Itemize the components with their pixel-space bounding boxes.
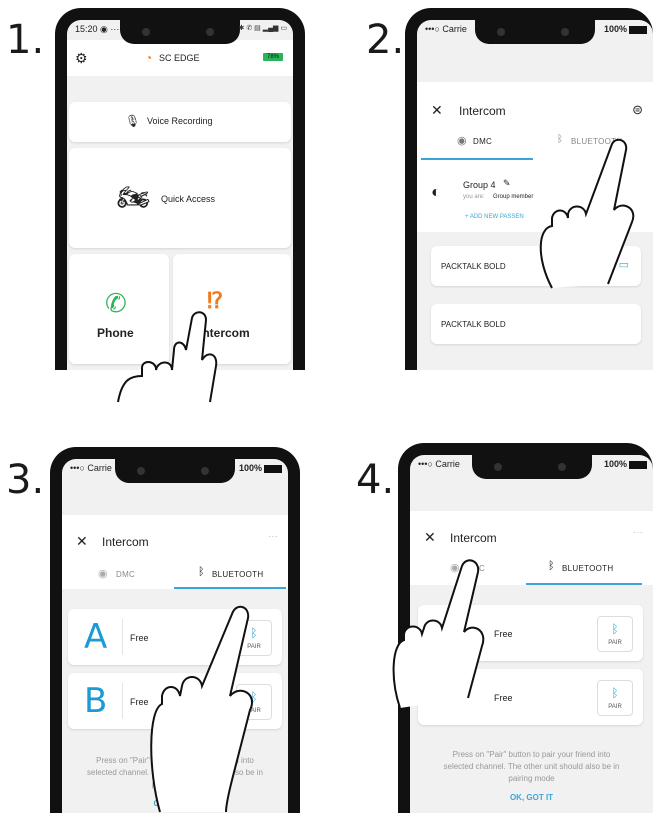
tab-underline — [174, 587, 286, 589]
phone-notch — [115, 459, 235, 483]
device-name-1: PACKTALK BOLD — [441, 262, 506, 271]
more-icon[interactable]: ··· — [633, 527, 643, 538]
intercom-title: Intercom — [450, 531, 497, 545]
battery-badge: 78% — [262, 53, 283, 61]
ok-got-it-button[interactable]: OK, GOT IT — [410, 793, 653, 802]
group-role: Group member — [493, 194, 534, 200]
step-number-4: 4. — [356, 457, 395, 503]
tab-bluetooth[interactable]: BLUETOOTH — [562, 564, 613, 573]
divider — [122, 683, 123, 719]
step-number-2: 2. — [366, 17, 405, 63]
channel-letter-b: B — [84, 681, 108, 721]
tab-dmc[interactable]: DMC — [116, 570, 135, 579]
voice-recording-label: Voice Recording — [147, 116, 213, 126]
divider — [122, 619, 123, 655]
quick-access-card[interactable]: 🏍 Quick Access — [69, 148, 291, 248]
group-role-label: you are: — [463, 194, 485, 200]
device-card-2[interactable]: PACKTALK BOLD — [431, 304, 641, 344]
instruction-line-2: selected channel. The other unit should … — [443, 762, 620, 771]
tab-underline — [421, 158, 533, 160]
group-name: Group 4 — [463, 180, 496, 190]
bluetooth-icon: ᛒ — [611, 686, 619, 700]
mic-icon: 🎙 — [125, 114, 141, 128]
hand-pointer-icon — [392, 559, 485, 709]
close-icon[interactable]: ✕ — [76, 533, 88, 550]
dmc-icon: ◉ — [457, 135, 467, 147]
tab-underline — [526, 583, 642, 585]
step-number-3: 3. — [6, 457, 45, 503]
tab-dmc[interactable]: DMC — [473, 137, 492, 146]
status-carrier: •••○ Carrie — [70, 463, 112, 473]
instruction-line-3: pairing mode — [508, 774, 555, 783]
status-carrier: •••○ Carrie — [418, 459, 460, 469]
channel-status-b: Free — [494, 693, 513, 703]
intercom-title: Intercom — [459, 104, 506, 118]
more-icon[interactable]: ··· — [268, 531, 278, 542]
close-icon[interactable]: ✕ — [424, 529, 436, 546]
phone-notch — [475, 20, 595, 44]
dmc-icon: ◉ — [98, 568, 108, 580]
pair-label: PAIR — [608, 640, 622, 646]
hand-pointer-icon — [117, 311, 218, 403]
phone-notch — [471, 455, 592, 479]
step-number-1: 1. — [6, 17, 45, 63]
status-battery: 100% — [239, 463, 282, 473]
status-carrier: •••○ Carrie — [425, 24, 467, 34]
instruction-line-1: Press on "Pair" button to pair your frie… — [452, 750, 611, 759]
hand-pointer-icon — [150, 605, 253, 813]
status-battery: ✱ ✆ ▤ ▂▄▆ ▭ — [238, 25, 287, 32]
status-battery: 100% — [604, 24, 647, 34]
status-time: 15:20 ◉ ··· — [75, 24, 120, 34]
phone-notch — [120, 20, 240, 44]
pair-label: PAIR — [608, 704, 622, 710]
quick-access-label: Quick Access — [161, 194, 216, 204]
add-new-passenger-link[interactable]: + ADD NEW PASSEN — [465, 214, 524, 220]
edit-icon[interactable]: ✎ — [503, 178, 511, 189]
device-name-2: PACKTALK BOLD — [441, 320, 506, 329]
tab-bluetooth[interactable]: BLUETOOTH — [212, 570, 263, 579]
voice-recording-card[interactable]: 🎙 Voice Recording — [69, 102, 291, 142]
gear-icon[interactable]: ⚙ — [75, 50, 88, 67]
bluetooth-icon: ᛒ — [611, 622, 619, 636]
pair-button-a[interactable]: ᛒ PAIR — [597, 616, 633, 652]
bluetooth-icon: ᛒ — [548, 560, 555, 572]
helmet-icon: ◔ — [145, 51, 153, 65]
bluetooth-icon: ᛒ — [198, 566, 205, 578]
close-icon[interactable]: ✕ — [431, 102, 443, 119]
status-battery: 100% — [604, 459, 647, 469]
channel-letter-a: A — [84, 617, 108, 657]
app-header: ⚙ ◔ SC EDGE 78% — [67, 40, 293, 76]
pairing-instructions: Press on "Pair" button to pair your frie… — [410, 749, 653, 785]
pair-button-b[interactable]: ᛒ PAIR — [597, 680, 633, 716]
motorcycle-icon: 🏍 — [117, 182, 151, 212]
intercom-header: ✕ Intercom ··· ◉ DMC ᛒ BLUETOOTH — [62, 515, 288, 589]
group-icon: ◐ — [431, 184, 441, 201]
channel-status-a: Free — [494, 629, 513, 639]
intercom-title: Intercom — [102, 535, 149, 549]
hand-pointer-icon — [539, 138, 635, 289]
brand-label: SC EDGE — [159, 53, 200, 63]
group-icon[interactable]: ⊜ — [632, 102, 643, 118]
